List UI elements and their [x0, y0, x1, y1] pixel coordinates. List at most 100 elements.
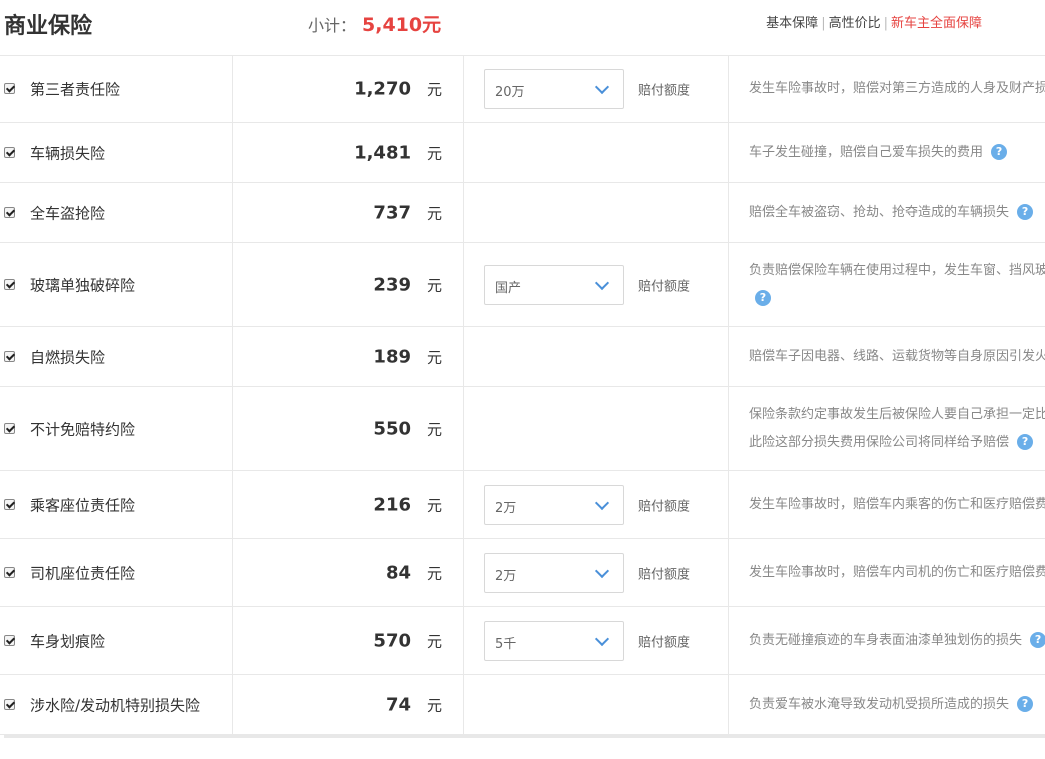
insurance-checkbox[interactable]: [4, 146, 15, 158]
description-cell: 发生车险事故时，赔偿对第三方造成的人身及财产损失: [729, 55, 1045, 122]
insurance-name-cell: 不计免赔特约险: [0, 387, 233, 470]
insurance-price: 550: [373, 418, 411, 439]
coverage-cell: [464, 327, 729, 386]
insurance-name-cell: 乘客座位责任险: [0, 471, 233, 538]
description-cell: 负责赔偿保险车辆在使用过程中，发生车窗、挡风玻璃单独破碎的损失?: [729, 243, 1045, 326]
insurance-checkbox[interactable]: [4, 278, 15, 290]
description-line: 发生车险事故时，赔偿车内乘客的伤亡和医疗赔偿费用: [749, 496, 1045, 512]
price-unit: 元: [427, 420, 443, 438]
price-unit: 元: [427, 696, 443, 714]
chevron-down-icon: [594, 563, 610, 578]
insurance-row: 自燃损失险 189 元 赔偿车子因电器、线路、运载货物等自身原因引发火灾造成的损…: [0, 327, 1045, 387]
coverage-cell: 2万 赔付额度: [464, 539, 729, 606]
coverage-cell: [464, 387, 729, 470]
insurance-name-cell: 司机座位责任险: [0, 539, 233, 606]
coverage-select-value: 20万: [495, 84, 525, 100]
coverage-limit-label: 赔付额度: [638, 567, 691, 582]
coverage-select-value: 2万: [495, 568, 517, 584]
price-cell: 239 元: [233, 243, 464, 326]
insurance-row: 玻璃单独破碎险 239 元 国产 赔付额度 负责赔偿保险车辆在使用过程中，发生车…: [0, 243, 1045, 327]
price-unit: 元: [427, 632, 443, 650]
subtotal-value: 5,410元: [362, 14, 442, 36]
insurance-checkbox[interactable]: [4, 566, 15, 578]
price-cell: 84 元: [233, 539, 464, 606]
insurance-checkbox[interactable]: [4, 498, 15, 510]
coverage-select[interactable]: 2万: [484, 552, 624, 593]
insurance-name: 玻璃单独破碎险: [30, 276, 136, 294]
subtotal: 小计： 5,410元: [308, 10, 441, 37]
insurance-row: 不计免赔特约险 550 元 保险条款约定事故发生后被保险人要自己承担一定比例的损…: [0, 387, 1045, 471]
price-unit: 元: [427, 80, 443, 98]
description-line: 负责爱车被水淹导致发动机受损所造成的损失?: [749, 691, 1045, 719]
insurance-checkbox[interactable]: [4, 350, 15, 362]
price-unit: 元: [427, 276, 443, 294]
description-cell: 发生车险事故时，赔偿车内乘客的伤亡和医疗赔偿费用: [729, 471, 1045, 538]
price-cell: 189 元: [233, 327, 464, 386]
insurance-name-cell: 第三者责任险: [0, 55, 233, 122]
insurance-price: 239: [373, 274, 411, 295]
coverage-limit-label: 赔付额度: [638, 83, 691, 98]
insurance-checkbox[interactable]: [4, 698, 15, 710]
price-unit: 元: [427, 144, 443, 162]
help-icon[interactable]: ?: [1030, 632, 1045, 648]
insurance-name: 车辆损失险: [30, 144, 106, 162]
description-cell: 保险条款约定事故发生后被保险人要自己承担一定比例的损失， 此险这部分损失费用保险公…: [729, 387, 1045, 470]
insurance-checkbox[interactable]: [4, 422, 15, 434]
description-cell: 赔偿全车被盗窃、抢劫、抢夺造成的车辆损失?: [729, 183, 1045, 242]
help-icon[interactable]: ?: [991, 144, 1008, 160]
coverage-cell: [464, 123, 729, 182]
price-unit: 元: [427, 204, 443, 222]
tab-separator: |: [883, 16, 888, 31]
coverage-select[interactable]: 20万: [484, 68, 624, 109]
insurance-name: 第三者责任险: [30, 80, 121, 98]
description-line: 发生车险事故时，赔偿车内司机的伤亡和医疗赔偿费用: [749, 564, 1045, 580]
insurance-description: 赔偿车子因电器、线路、运载货物等自身原因引发火灾造成的损失: [749, 343, 1045, 371]
insurance-table: 第三者责任险 1,270 元 20万 赔付额度 发生车险事故时，赔偿对第三方造成…: [0, 55, 1045, 735]
description-line: 赔偿全车被盗窃、抢劫、抢夺造成的车辆损失?: [749, 199, 1045, 227]
insurance-description: 负责无碰撞痕迹的车身表面油漆单独划伤的损失?: [749, 627, 1045, 655]
plan-tabs: 基本保障 | 高性价比 | 新车主全面保障: [766, 12, 982, 31]
insurance-price: 84: [385, 562, 411, 583]
insurance-name: 乘客座位责任险: [30, 496, 136, 514]
insurance-price: 189: [373, 346, 411, 367]
insurance-row: 司机座位责任险 84 元 2万 赔付额度 发生车险事故时，赔偿车内司机的伤亡和医…: [0, 539, 1045, 607]
insurance-price: 570: [373, 630, 411, 651]
insurance-checkbox[interactable]: [4, 634, 15, 646]
description-line: 车子发生碰撞，赔偿自己爱车损失的费用?: [749, 139, 1045, 167]
chevron-down-icon: [594, 79, 610, 94]
insurance-description: 保险条款约定事故发生后被保险人要自己承担一定比例的损失， 此险这部分损失费用保险公…: [749, 401, 1045, 457]
tab-new-owner[interactable]: 新车主全面保障: [891, 16, 982, 31]
insurance-price: 74: [385, 694, 411, 715]
description-line: 保险条款约定事故发生后被保险人要自己承担一定比例的损失，: [749, 406, 1045, 422]
insurance-price: 216: [373, 494, 411, 515]
price-unit: 元: [427, 564, 443, 582]
tab-basic[interactable]: 基本保障: [766, 16, 818, 31]
help-icon[interactable]: ?: [1017, 696, 1034, 712]
description-cell: 赔偿车子因电器、线路、运载货物等自身原因引发火灾造成的损失: [729, 327, 1045, 386]
insurance-price: 737: [373, 202, 411, 223]
insurance-checkbox[interactable]: [4, 206, 15, 218]
help-icon[interactable]: ?: [1017, 204, 1034, 220]
help-icon[interactable]: ?: [1017, 434, 1034, 450]
insurance-price: 1,270: [354, 78, 411, 99]
insurance-name-cell: 自燃损失险: [0, 327, 233, 386]
insurance-row: 乘客座位责任险 216 元 2万 赔付额度 发生车险事故时，赔偿车内乘客的伤亡和…: [0, 471, 1045, 539]
price-unit: 元: [427, 348, 443, 366]
coverage-select[interactable]: 5千: [484, 620, 624, 661]
insurance-description: 负责赔偿保险车辆在使用过程中，发生车窗、挡风玻璃单独破碎的损失?: [749, 257, 1045, 313]
insurance-description: 发生车险事故时，赔偿对第三方造成的人身及财产损失: [749, 75, 1045, 103]
help-icon[interactable]: ?: [755, 290, 771, 306]
insurance-name: 自燃损失险: [30, 348, 106, 366]
coverage-cell: 2万 赔付额度: [464, 471, 729, 538]
insurance-description: 发生车险事故时，赔偿车内司机的伤亡和医疗赔偿费用: [749, 559, 1045, 587]
tab-separator: |: [821, 16, 826, 31]
insurance-row: 第三者责任险 1,270 元 20万 赔付额度 发生车险事故时，赔偿对第三方造成…: [0, 55, 1045, 123]
coverage-select[interactable]: 国产: [484, 264, 624, 305]
chevron-down-icon: [594, 495, 610, 510]
description-line: 负责赔偿保险车辆在使用过程中，发生车窗、挡风玻璃单独破碎的损失: [749, 262, 1045, 278]
tab-value[interactable]: 高性价比: [829, 16, 881, 31]
insurance-name-cell: 玻璃单独破碎险: [0, 243, 233, 326]
coverage-select[interactable]: 2万: [484, 484, 624, 525]
coverage-cell: [464, 183, 729, 242]
insurance-checkbox[interactable]: [4, 82, 15, 94]
